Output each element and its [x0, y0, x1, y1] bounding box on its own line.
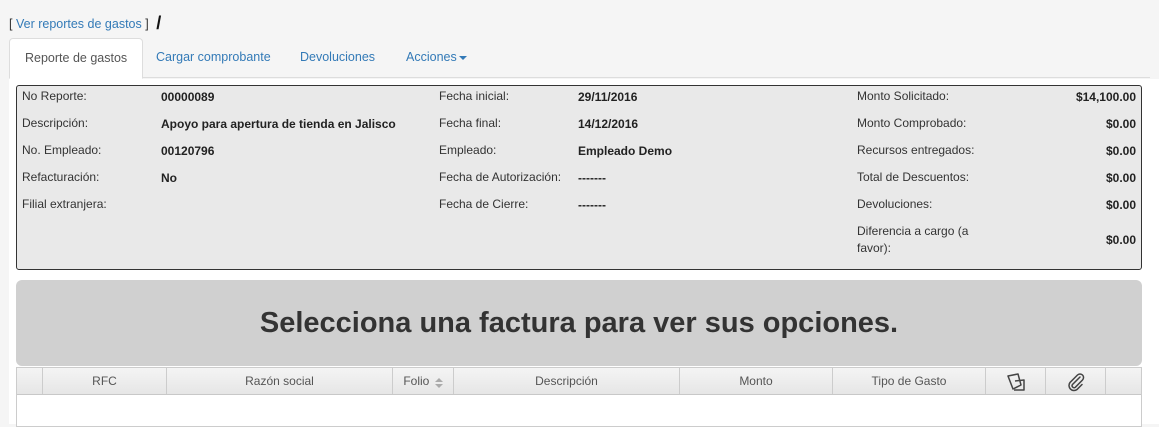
report-number-label: No Reporte: [22, 89, 87, 103]
tab-bar: Reporte de gastos Cargar comprobante Dev… [9, 38, 1150, 79]
start-date-label: Fecha inicial: [439, 89, 510, 103]
invoice-grid: RFC Razón social Folio Descripción Monto… [16, 367, 1142, 427]
rebilling-value: No [161, 171, 177, 185]
resources-delivered-value: $0.00 [1105, 144, 1136, 158]
banner-text: Selecciona una factura para ver sus opci… [259, 306, 899, 339]
row-select-column-header[interactable] [17, 368, 43, 394]
verified-amount-value: $0.00 [1105, 117, 1136, 131]
tab-label: Acciones [406, 50, 457, 64]
column-header-folio[interactable]: Folio [393, 368, 454, 394]
column-header-label: Razón social [245, 374, 314, 388]
end-date-value: 14/12/2016 [578, 117, 639, 131]
tab-label: Devoluciones [300, 50, 376, 64]
tab-actions-dropdown[interactable]: Acciones [391, 38, 482, 78]
column-header-business-name[interactable]: Razón social [167, 368, 393, 394]
column-header-rfc[interactable]: RFC [43, 368, 167, 394]
description-label: Descripción: [22, 116, 89, 130]
close-date-value: ------- [578, 198, 606, 212]
close-date-label: Fecha de Cierre: [439, 197, 529, 211]
total-discounts-label: Total de Descuentos: [857, 170, 970, 184]
tab-upload-receipt[interactable]: Cargar comprobante [141, 38, 286, 78]
authorization-date-label: Fecha de Autorización: [439, 170, 562, 184]
authorization-date-value: ------- [578, 171, 606, 185]
column-header-label: Monto [739, 374, 773, 388]
view-expense-reports-link[interactable]: Ver reportes de gastos [16, 17, 142, 31]
verified-amount-label: Monto Comprobado: [857, 116, 967, 130]
resources-delivered-label: Recursos entregados: [857, 143, 975, 157]
column-header-label: Tipo de Gasto [871, 374, 947, 388]
employee-number-value: 00120796 [161, 144, 215, 158]
breadcrumb-bracket-close: ] [145, 17, 149, 31]
sort-icon[interactable] [434, 369, 443, 395]
column-header-label: Folio [403, 374, 430, 388]
column-header-expense-type[interactable]: Tipo de Gasto [833, 368, 986, 394]
column-header-receipt[interactable] [986, 368, 1046, 394]
column-header-label: Descripción [535, 374, 598, 388]
breadcrumb-bracket-open: [ [9, 17, 13, 31]
refunds-value: $0.00 [1105, 198, 1136, 212]
tab-label: Cargar comprobante [156, 50, 271, 64]
foreign-subsidiary-label: Filial extranjera: [22, 197, 107, 211]
column-header-label: RFC [92, 374, 117, 388]
requested-amount-value: $14,100.00 [1075, 90, 1136, 104]
end-date-label: Fecha final: [439, 116, 502, 130]
select-invoice-banner: Selecciona una factura para ver sus opci… [16, 280, 1142, 366]
report-number-value: 00000089 [161, 90, 215, 104]
employee-number-label: No. Empleado: [22, 143, 102, 157]
column-header-description[interactable]: Descripción [454, 368, 680, 394]
breadcrumb-separator: / [156, 13, 162, 33]
tab-expense-report[interactable]: Reporte de gastos [9, 38, 144, 79]
description-value: Apoyo para apertura de tienda en Jalisco [161, 117, 396, 131]
tab-label: Reporte de gastos [25, 51, 128, 65]
employee-label: Empleado: [439, 143, 497, 157]
balance-difference-label-line1: Diferencia a cargo (a [857, 224, 969, 238]
rebilling-label: Refacturación: [22, 170, 100, 184]
grid-header: RFC Razón social Folio Descripción Monto… [17, 368, 1141, 395]
tab-refunds[interactable]: Devoluciones [285, 38, 390, 78]
report-summary: No Reporte: 00000089 Descripción: Apoyo … [16, 85, 1142, 270]
requested-amount-label: Monto Solicitado: [857, 89, 950, 103]
column-header-attachments[interactable] [1046, 368, 1106, 394]
paperclip-icon [1067, 373, 1084, 392]
caret-down-icon [458, 55, 467, 60]
balance-difference-value: $0.00 [1105, 233, 1136, 247]
refunds-label: Devoluciones: [857, 197, 933, 211]
start-date-value: 29/11/2016 [578, 90, 638, 104]
employee-value: Empleado Demo [578, 144, 673, 158]
receipt-icon [1006, 373, 1025, 391]
breadcrumb: [ Ver reportes de gastos ] / [9, 12, 161, 33]
balance-difference-label-line2: favor): [857, 241, 892, 255]
column-header-amount[interactable]: Monto [680, 368, 833, 394]
total-discounts-value: $0.00 [1105, 171, 1136, 185]
